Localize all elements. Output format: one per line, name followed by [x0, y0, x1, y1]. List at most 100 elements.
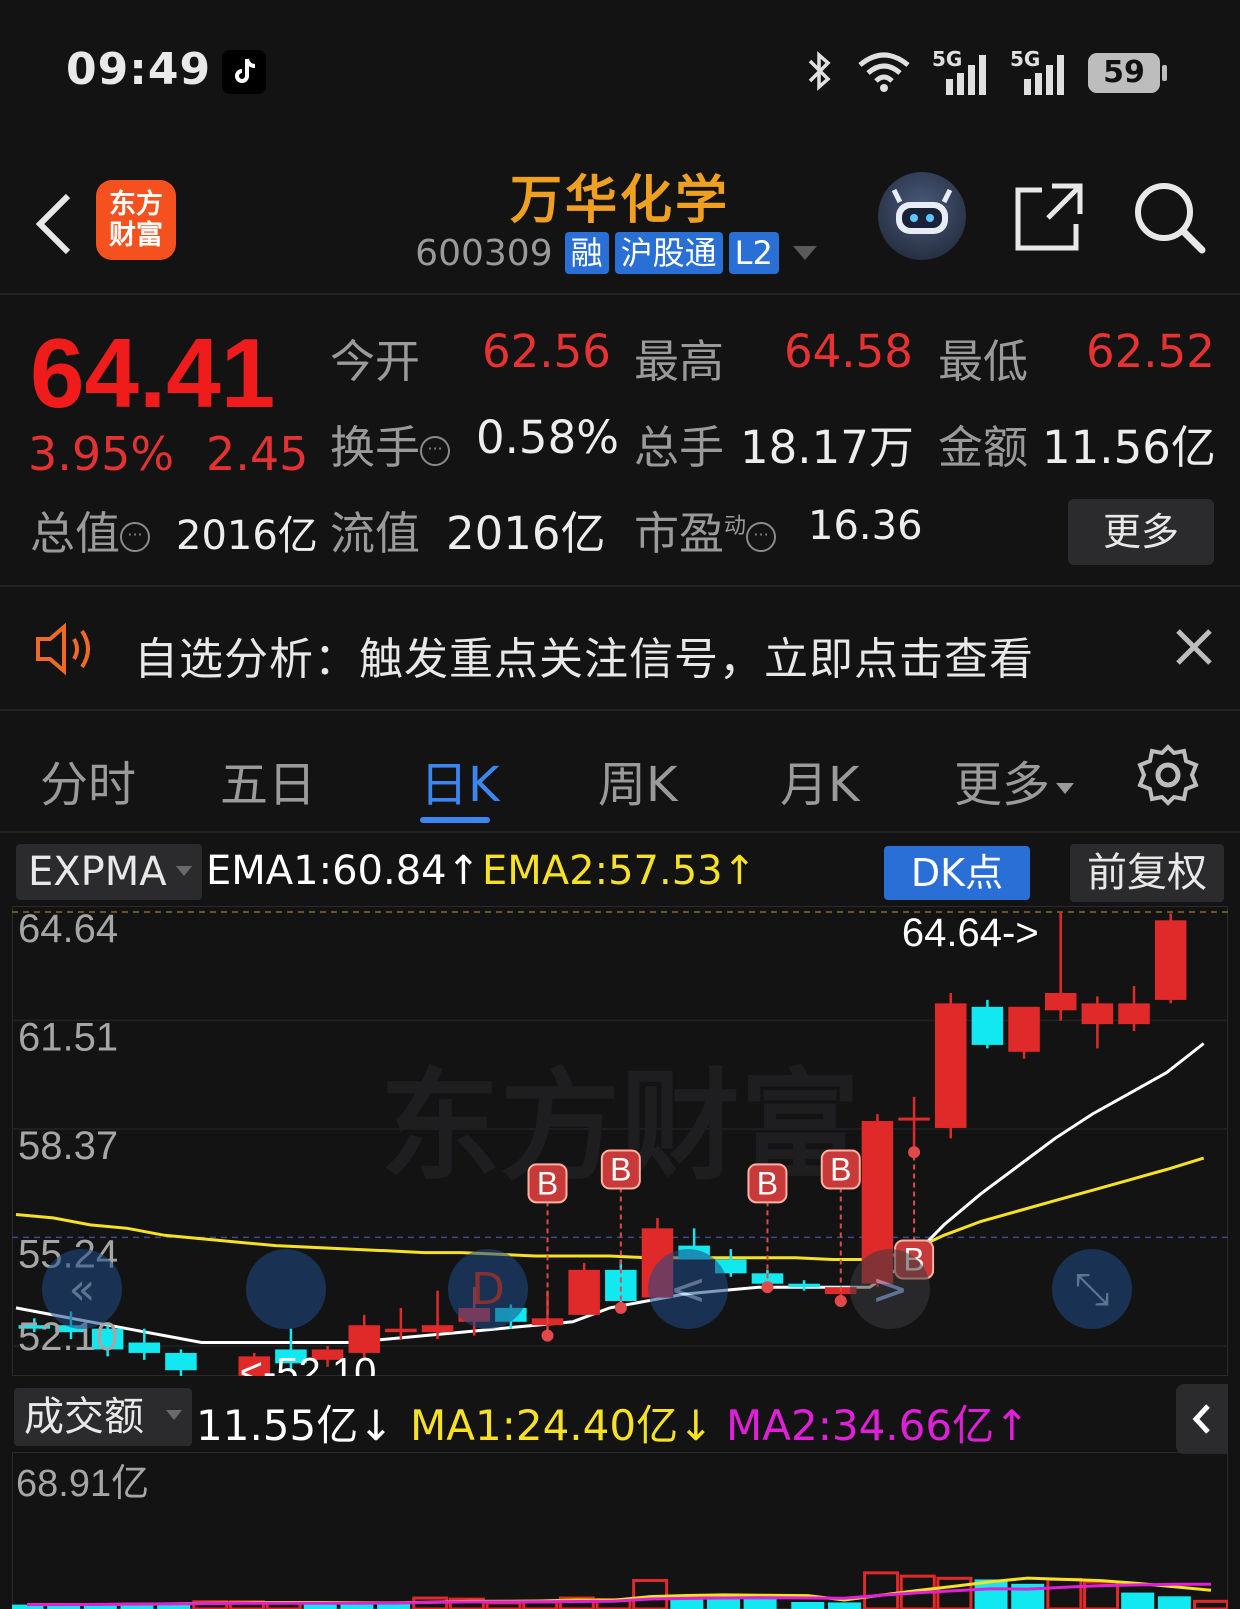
volume-ma2: MA2:34.66亿↑	[726, 1401, 1030, 1450]
candle	[1154, 913, 1187, 1004]
fullscreen-button[interactable]: ⤡	[1052, 1249, 1132, 1329]
price-adjust-button[interactable]: 前复权	[1070, 844, 1224, 902]
more-quote-button[interactable]: 更多	[1068, 499, 1214, 565]
candle	[1118, 986, 1150, 1032]
volume-indicator-select[interactable]: 成交额	[14, 1388, 192, 1446]
share-button[interactable]	[1012, 180, 1086, 254]
ai-robot-icon[interactable]	[878, 172, 966, 260]
candle-body	[568, 1269, 600, 1315]
pe-value: 16.36	[808, 503, 923, 549]
stock-code: 600309	[415, 232, 553, 274]
rewind-button[interactable]: «	[42, 1249, 122, 1329]
candle	[568, 1262, 600, 1315]
candle-body	[1008, 1006, 1040, 1052]
tab-more-label: 更多	[954, 757, 1051, 813]
candle	[165, 1349, 197, 1376]
info-icon: ···	[746, 522, 777, 552]
tab-weekly-k[interactable]: 周K	[598, 745, 677, 815]
signal-dot	[761, 1281, 774, 1294]
candle-body	[1154, 920, 1187, 1000]
buy-signal-label: B	[610, 1151, 631, 1187]
ema2-value: EMA2:57.53↑	[482, 848, 757, 894]
volume-frame	[12, 1452, 1228, 1609]
badge-level2: L2	[728, 232, 779, 274]
badge-hk-connect: 沪股通	[614, 232, 723, 274]
scroll-left-button[interactable]: <	[648, 1249, 728, 1329]
chart-settings-button[interactable]	[1136, 743, 1200, 807]
tab-five-day[interactable]: 五日	[220, 745, 316, 815]
volume-label: 总手	[634, 421, 725, 474]
indicator-select[interactable]: EXPMA	[16, 844, 202, 900]
volume-value: 18.17万	[740, 421, 914, 474]
candle-body	[788, 1283, 820, 1288]
candle-body	[1118, 1003, 1150, 1025]
y-tick-label: 61.51	[18, 1015, 118, 1059]
signal-5g-icon-1: 5G	[932, 47, 990, 97]
volume-ymax-label: 68.91亿	[16, 1463, 149, 1505]
dk-point-button[interactable]: DK点	[884, 846, 1030, 900]
candle	[421, 1290, 454, 1340]
indicator-name: EXPMA	[28, 849, 167, 895]
search-button[interactable]	[1130, 178, 1208, 256]
buy-signal-label: B	[830, 1151, 851, 1187]
badge-margin: 融	[564, 232, 609, 274]
candle-body	[421, 1325, 454, 1333]
candle-body	[165, 1352, 197, 1371]
y-tick-label: 64.64	[18, 907, 118, 951]
high-label: 最高	[634, 335, 725, 388]
candle-body	[898, 1117, 930, 1121]
candlestick-chart[interactable]: 东方财富BBBBB64.6461.5158.3755.2452.1064.64-…	[12, 906, 1228, 1376]
fullscreen-button-icon: ⤡	[1074, 1264, 1109, 1315]
volume-bar	[743, 1599, 777, 1609]
pe-label[interactable]: 市盈动 ···	[634, 497, 777, 562]
dropdown-arrow-icon	[166, 1410, 182, 1420]
low-value: 62.52	[1086, 325, 1215, 378]
volume-bar	[791, 1601, 825, 1609]
tab-monthly-k[interactable]: 月K	[780, 745, 859, 815]
y-tick-label: 58.37	[18, 1124, 118, 1168]
buy-signal-label: B	[757, 1165, 778, 1201]
candle-body	[1081, 1003, 1114, 1025]
scroll-right-button[interactable]: >	[850, 1249, 930, 1329]
quote-panel: 64.41 3.95% 2.45 今开 62.56 最高 64.58 最低 62…	[0, 297, 1240, 587]
candle	[1008, 1006, 1040, 1059]
turnover-value: 0.58%	[476, 411, 619, 464]
zoom-out-button[interactable]	[246, 1249, 326, 1329]
share-icon	[1015, 183, 1083, 251]
stock-header: 东方 财富 万华化学 600309 融 沪股通 L2	[0, 140, 1240, 295]
candle	[971, 999, 1004, 1049]
dk-overlay-button[interactable]: D	[448, 1249, 528, 1329]
signal-dot	[614, 1301, 627, 1314]
turnover-chart: 68.91亿	[12, 1452, 1228, 1609]
candle-body	[128, 1342, 161, 1353]
mktcap-label[interactable]: 总值 ···	[30, 497, 151, 562]
chevron-left-icon	[1192, 1404, 1210, 1434]
volume-bar	[1193, 1599, 1228, 1609]
signal-dot	[908, 1146, 921, 1159]
volume-indicator-bar: 成交额 11.55亿↓ MA1:24.40亿↓ MA2:34.66亿↑	[0, 1382, 1240, 1454]
volume-value: 11.55亿↓	[196, 1401, 394, 1450]
volume-bar	[863, 1571, 900, 1609]
turnover-label[interactable]: 换手 ···	[330, 411, 451, 476]
volume-ma1: MA1:24.40亿↓	[410, 1401, 714, 1450]
zoom-out-button-bg	[246, 1249, 326, 1329]
open-label: 今开	[330, 335, 421, 388]
rewind-button-icon: «	[69, 1264, 96, 1315]
bluetooth-icon	[802, 49, 836, 97]
dropdown-arrow-icon	[176, 866, 192, 876]
float-label: 流值	[330, 507, 421, 560]
volume-bar	[936, 1576, 973, 1609]
tab-daily-k[interactable]: 日K	[420, 745, 499, 815]
turnover-label-text: 换手	[330, 421, 421, 474]
volume-bar	[827, 1602, 861, 1609]
tab-intraday[interactable]: 分时	[40, 745, 136, 815]
period-tabs: 分时 五日 日K 周K 月K 更多	[0, 713, 1240, 833]
amount-value: 11.56亿	[1042, 421, 1216, 474]
tab-more[interactable]: 更多	[954, 745, 1075, 815]
last-price: 64.41	[30, 318, 276, 428]
alert-banner[interactable]: 自选分析：触发重点关注信号，立即点击查看	[0, 589, 1240, 711]
collapse-panel-button[interactable]	[1176, 1384, 1228, 1454]
alert-close-button[interactable]	[1166, 619, 1222, 675]
dk-overlay-button-icon: D	[471, 1264, 505, 1315]
candle	[385, 1307, 417, 1340]
